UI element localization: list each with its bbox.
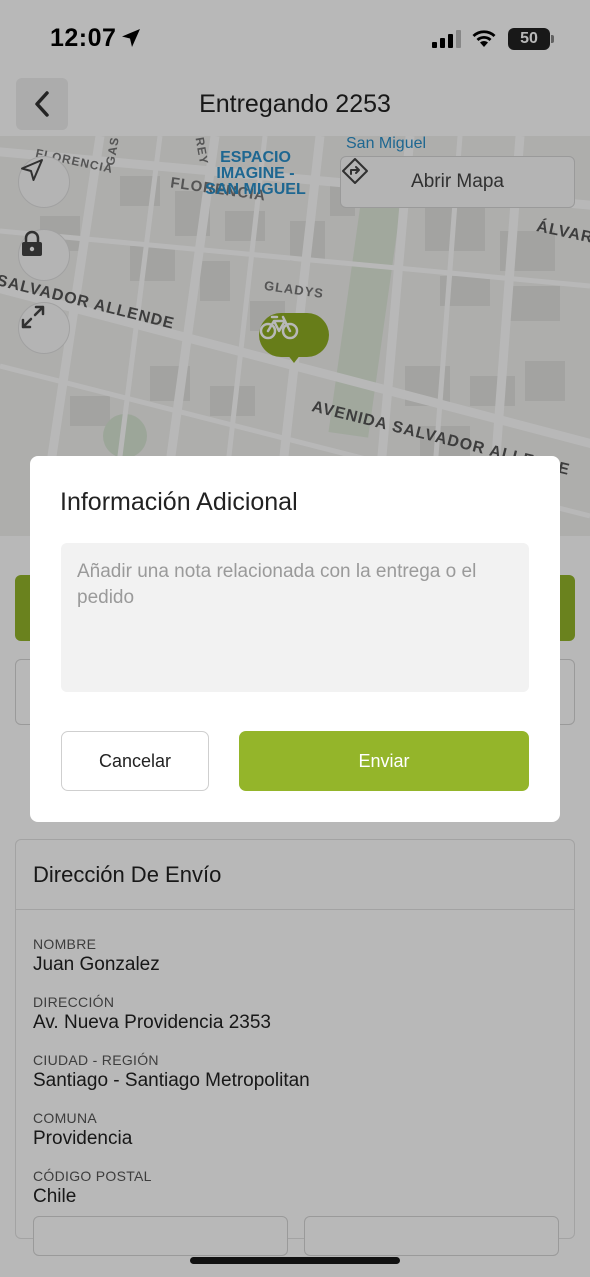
additional-info-dialog: Información Adicional Cancelar Enviar <box>30 456 560 822</box>
dialog-title: Información Adicional <box>60 488 298 516</box>
note-textarea[interactable] <box>61 543 529 692</box>
send-button[interactable]: Enviar <box>239 731 529 791</box>
cancel-button[interactable]: Cancelar <box>61 731 209 791</box>
home-indicator[interactable] <box>190 1257 400 1264</box>
